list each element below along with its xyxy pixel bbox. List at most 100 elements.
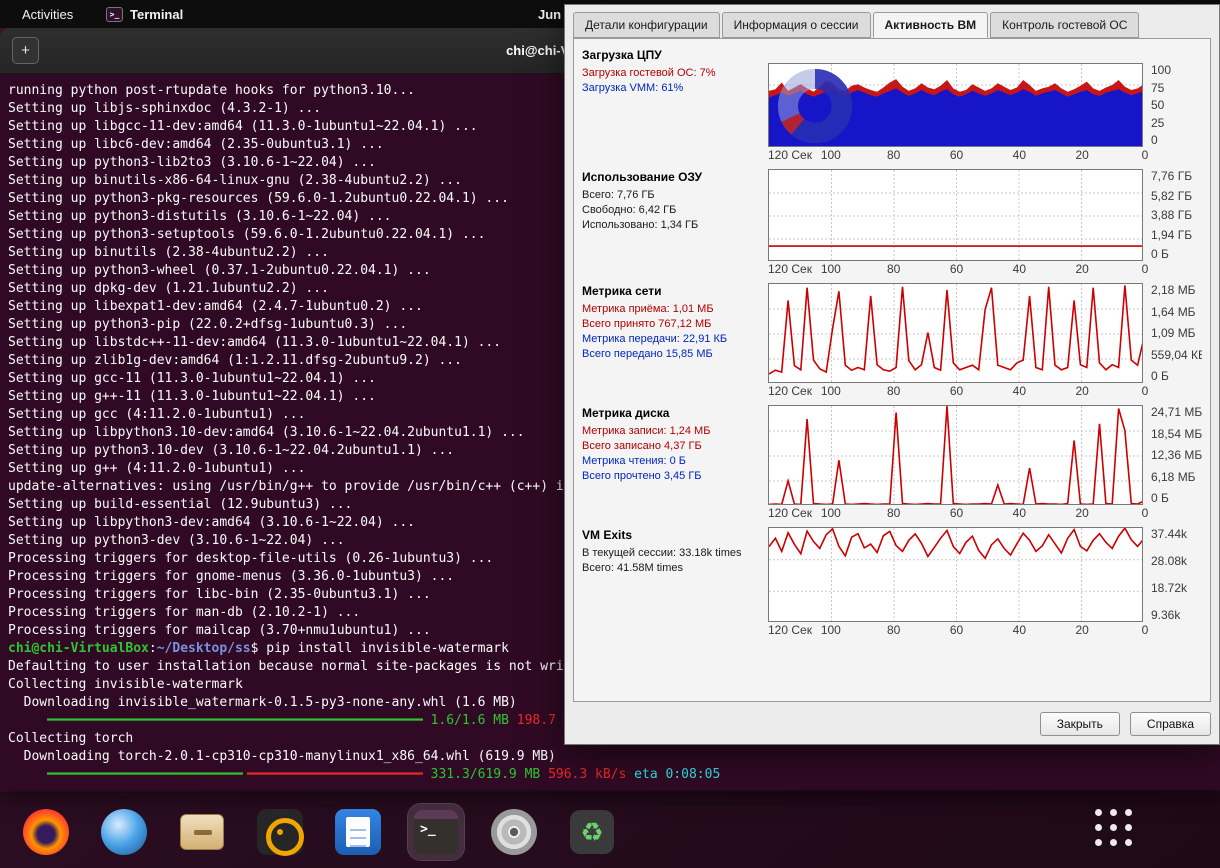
cd-disc-icon: [491, 809, 537, 855]
terminal-line: ━━━━━━━━━━━━━━━━━━━━━━━━━╺━━━━━━━━━━━━━━…: [8, 766, 1212, 784]
x-axis-tick-label: 60: [950, 384, 963, 398]
dock-item-media-player[interactable]: [252, 804, 308, 860]
disk-stats: Метрика записи: 1,24 МБВсего записано 4,…: [582, 424, 768, 484]
stat-line: Всего: 41.58M times: [582, 561, 768, 576]
close-button[interactable]: Закрыть: [1040, 712, 1120, 736]
vm-exits-chart-y-axis: 37.44k28.08k18.72k9.36k: [1145, 527, 1202, 622]
stat-line: Метрика чтения: 0 Б: [582, 454, 768, 469]
software-updater-icon: ♻: [570, 810, 614, 854]
x-axis-tick-label: 120 Сек: [768, 384, 812, 398]
x-axis-tick-label: 100: [821, 623, 841, 637]
dock-item-cd-disc[interactable]: [486, 804, 542, 860]
thunderbird-icon: [101, 809, 147, 855]
x-axis-tick-label: 20: [1075, 506, 1088, 520]
cpu-chart-y-axis: 1007550250: [1145, 63, 1202, 147]
vm-session-dialog: Детали конфигурации Информация о сессии …: [564, 4, 1220, 745]
x-axis-tick-label: 120 Сек: [768, 506, 812, 520]
dock-item-terminal[interactable]: >_: [408, 804, 464, 860]
y-axis-tick-label: 18.72k: [1151, 581, 1202, 595]
x-axis-tick-label: 40: [1013, 148, 1026, 162]
x-axis-tick-label: 100: [821, 506, 841, 520]
y-axis-tick-label: 5,82 ГБ: [1151, 189, 1202, 203]
stat-line: Всего передано 15,85 МБ: [582, 347, 768, 362]
y-axis-tick-label: 0 Б: [1151, 491, 1202, 505]
network-section: Метрика сети Метрика приёма: 1,01 МБВсег…: [582, 283, 1202, 399]
stat-line: Загрузка гостевой ОС: 7%: [582, 66, 768, 81]
stat-line: В текущей сессии: 33.18k times: [582, 546, 768, 561]
show-applications-button[interactable]: [1095, 809, 1132, 846]
x-axis-tick-label: 0: [1142, 506, 1149, 520]
vm-activity-panel: Загрузка ЦПУ Загрузка гостевой ОС: 7%Заг…: [573, 38, 1211, 702]
network-chart-y-axis: 2,18 МБ1,64 МБ1,09 МБ559,04 КБ0 Б: [1145, 283, 1202, 383]
document-page-icon: [346, 817, 370, 847]
x-axis-tick-label: 20: [1075, 623, 1088, 637]
focused-app-name: Terminal: [130, 7, 183, 22]
dock-item-thunderbird[interactable]: [96, 804, 152, 860]
ram-section-title: Использование ОЗУ: [582, 170, 768, 184]
x-axis-tick-label: 20: [1075, 148, 1088, 162]
stat-line: Свободно: 6,42 ГБ: [582, 203, 768, 218]
cpu-section: Загрузка ЦПУ Загрузка гостевой ОС: 7%Заг…: [582, 47, 1202, 163]
desktop: Activities >_ Terminal Jun + chi@chi-Vir…: [0, 0, 1220, 868]
files-icon: [180, 814, 224, 850]
x-axis-tick-label: 20: [1075, 384, 1088, 398]
x-axis-tick-label: 0: [1142, 623, 1149, 637]
x-axis-tick-label: 80: [887, 262, 900, 276]
ram-chart-y-axis: 7,76 ГБ5,82 ГБ3,88 ГБ1,94 ГБ0 Б: [1145, 169, 1202, 261]
y-axis-tick-label: 0 Б: [1151, 247, 1202, 261]
focused-app-menu[interactable]: >_ Terminal: [106, 0, 183, 28]
network-section-title: Метрика сети: [582, 284, 768, 298]
tab-guest-control[interactable]: Контроль гостевой ОС: [990, 12, 1139, 38]
stat-line: Всего прочтено 3,45 ГБ: [582, 469, 768, 484]
x-axis-tick-label: 40: [1013, 384, 1026, 398]
tab-config-details[interactable]: Детали конфигурации: [573, 12, 720, 38]
clock[interactable]: Jun: [538, 0, 561, 28]
vm-exits-section-title: VM Exits: [582, 528, 768, 542]
network-chart-x-axis: 120 Сек100806040200: [768, 383, 1145, 399]
media-player-icon: [257, 809, 303, 855]
dock-item-libreoffice-writer[interactable]: [330, 804, 386, 860]
y-axis-tick-label: 25: [1151, 116, 1202, 130]
help-button[interactable]: Справка: [1130, 712, 1211, 736]
x-axis-tick-label: 120 Сек: [768, 262, 812, 276]
dialog-button-row: Закрыть Справка: [1040, 712, 1211, 736]
x-axis-tick-label: 120 Сек: [768, 148, 812, 162]
ram-chart: [768, 169, 1143, 261]
x-axis-tick-label: 20: [1075, 262, 1088, 276]
x-axis-tick-label: 100: [821, 148, 841, 162]
y-axis-tick-label: 0 Б: [1151, 369, 1202, 383]
x-axis-tick-label: 0: [1142, 262, 1149, 276]
tab-vm-activity[interactable]: Активность ВМ: [873, 12, 989, 38]
tab-session-info[interactable]: Информация о сессии: [722, 12, 871, 38]
ram-section: Использование ОЗУ Всего: 7,76 ГБСвободно…: [582, 169, 1202, 277]
x-axis-tick-label: 100: [821, 384, 841, 398]
y-axis-tick-label: 50: [1151, 98, 1202, 112]
y-axis-tick-label: 12,36 МБ: [1151, 448, 1202, 462]
dock-item-software-updater[interactable]: ♻: [564, 804, 620, 860]
network-chart: [768, 283, 1143, 383]
vm-exits-chart: [768, 527, 1143, 622]
y-axis-tick-label: 100: [1151, 63, 1202, 77]
cpu-chart-x-axis: 120 Сек100806040200: [768, 147, 1145, 163]
disk-chart-y-axis: 24,71 МБ18,54 МБ12,36 МБ6,18 МБ0 Б: [1145, 405, 1202, 505]
dock-item-firefox[interactable]: [18, 804, 74, 860]
stat-line: Метрика передачи: 22,91 КБ: [582, 332, 768, 347]
activities-button[interactable]: Activities: [16, 0, 79, 28]
y-axis-tick-label: 3,88 ГБ: [1151, 208, 1202, 222]
dialog-tab-bar: Детали конфигурации Информация о сессии …: [573, 12, 1139, 37]
y-axis-tick-label: 24,71 МБ: [1151, 405, 1202, 419]
dock-item-files[interactable]: [174, 804, 230, 860]
stat-line: Загрузка VMM: 61%: [582, 81, 768, 96]
x-axis-tick-label: 80: [887, 384, 900, 398]
new-tab-button[interactable]: +: [12, 37, 39, 64]
vm-exits-chart-x-axis: 120 Сек100806040200: [768, 622, 1145, 638]
x-axis-tick-label: 0: [1142, 384, 1149, 398]
stat-line: Метрика приёма: 1,01 МБ: [582, 302, 768, 317]
ram-stats: Всего: 7,76 ГБСвободно: 6,42 ГБИспользов…: [582, 188, 768, 233]
y-axis-tick-label: 37.44k: [1151, 527, 1202, 541]
network-stats: Метрика приёма: 1,01 МБВсего принято 767…: [582, 302, 768, 362]
disk-chart: [768, 405, 1143, 505]
stat-line: Использовано: 1,34 ГБ: [582, 218, 768, 233]
ram-chart-x-axis: 120 Сек100806040200: [768, 261, 1145, 277]
x-axis-tick-label: 60: [950, 623, 963, 637]
